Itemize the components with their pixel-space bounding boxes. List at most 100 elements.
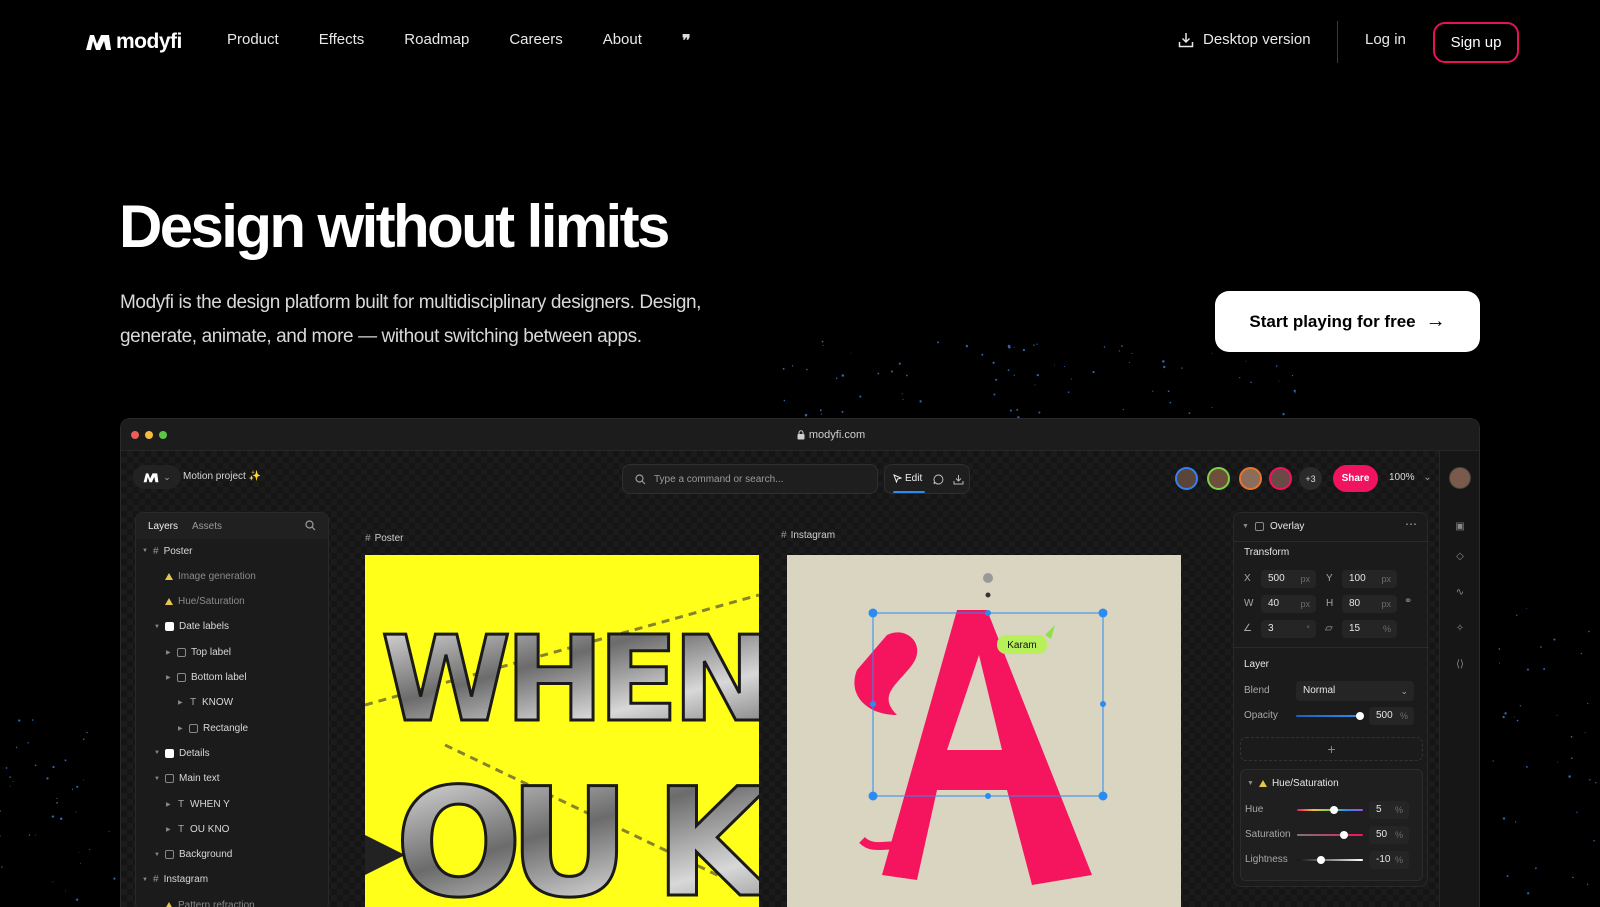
code-icon[interactable]: ⟨⟩ <box>1454 659 1466 671</box>
export-icon[interactable] <box>953 474 964 485</box>
effect-icon <box>165 572 173 580</box>
close-dot-icon[interactable] <box>131 431 139 439</box>
user-avatar[interactable] <box>1449 467 1471 489</box>
opacity-field[interactable]: 500% <box>1369 707 1414 725</box>
image-icon[interactable]: ▣ <box>1454 521 1466 533</box>
app-menu-button[interactable]: ⌄ <box>133 465 181 489</box>
sparkle-tool-icon[interactable]: ✧ <box>1454 623 1466 635</box>
nav-link-careers[interactable]: Careers <box>509 31 562 48</box>
collaborator-avatar[interactable] <box>1269 467 1292 490</box>
layer-row[interactable]: ▶ T OU KNO <box>166 821 229 837</box>
minimize-dot-icon[interactable] <box>145 431 153 439</box>
opacity-slider[interactable] <box>1296 712 1364 720</box>
layer-row[interactable]: ▼ # Instagram <box>142 872 208 888</box>
more-options-icon[interactable]: ⋯ <box>1405 517 1417 531</box>
expand-caret-icon[interactable]: ▶ <box>178 725 184 732</box>
star-dot <box>993 393 996 396</box>
x-field[interactable]: 500 px <box>1261 570 1316 588</box>
expand-caret-icon[interactable]: ▼ <box>154 750 160 756</box>
login-link[interactable]: Log in <box>1365 31 1406 48</box>
collaborator-avatar[interactable] <box>1207 467 1230 490</box>
expand-caret-icon[interactable]: ▶ <box>166 674 172 681</box>
more-collaborators-badge[interactable]: +3 <box>1299 467 1322 490</box>
saturation-field[interactable]: 50% <box>1369 826 1409 844</box>
poster-frame[interactable]: WHEN Y OU KNO <box>365 555 759 907</box>
layer-row[interactable]: Pattern refraction <box>154 897 255 907</box>
zoom-select[interactable]: 100% ⌄ <box>1389 472 1432 483</box>
instagram-frame[interactable]: Karam <box>787 555 1181 907</box>
layer-row[interactable]: ▼ Background <box>154 847 232 863</box>
lightness-slider[interactable] <box>1297 856 1363 864</box>
collapse-caret-icon[interactable]: ▼ <box>1242 523 1249 530</box>
nav-link-effects[interactable]: Effects <box>319 31 365 48</box>
add-effect-button[interactable]: + <box>1240 737 1423 761</box>
expand-caret-icon[interactable]: ▶ <box>166 649 172 656</box>
slider-knob[interactable] <box>1330 806 1338 814</box>
collaborator-avatar[interactable] <box>1239 467 1262 490</box>
width-field[interactable]: 40 px <box>1261 595 1316 613</box>
signup-button[interactable]: Sign up <box>1433 22 1519 63</box>
frame-label-instagram[interactable]: # Instagram <box>781 530 835 541</box>
collapse-caret-icon[interactable]: ▼ <box>1247 780 1254 787</box>
saturation-slider[interactable] <box>1297 831 1363 839</box>
address-bar[interactable]: modyfi.com <box>701 425 961 445</box>
expand-caret-icon[interactable]: ▼ <box>154 852 160 858</box>
expand-caret-icon[interactable]: ▶ <box>166 801 172 808</box>
layer-row[interactable]: ▼ Details <box>154 745 210 761</box>
slider-knob[interactable] <box>1356 712 1364 720</box>
command-search-input[interactable]: Type a command or search... <box>622 464 878 494</box>
nav-link-about[interactable]: About <box>603 31 642 48</box>
blend-mode-select[interactable]: Normal ⌄ <box>1296 681 1414 701</box>
project-name[interactable]: Motion project ✨ <box>183 471 261 482</box>
slider-knob[interactable] <box>1340 831 1348 839</box>
nav-link-product[interactable]: Product <box>227 31 279 48</box>
comment-icon[interactable] <box>933 474 944 485</box>
layer-icon <box>177 673 186 682</box>
layer-row[interactable]: Hue/Saturation <box>154 594 245 610</box>
right-tool-rail: ▣ ◇ ∿ ✧ ⟨⟩ <box>1439 451 1479 907</box>
desktop-version-link[interactable]: Desktop version <box>1178 31 1311 48</box>
expand-caret-icon[interactable]: ▼ <box>142 877 148 883</box>
hue-field[interactable]: 5% <box>1369 801 1409 819</box>
layer-row[interactable]: Image generation <box>154 568 256 584</box>
share-button[interactable]: Share <box>1333 465 1378 492</box>
layer-row[interactable]: ▶ T KNOW <box>178 695 233 711</box>
layer-search-icon[interactable] <box>305 520 316 531</box>
slider-knob[interactable] <box>1317 856 1325 864</box>
edit-mode-button[interactable]: Edit <box>893 473 922 484</box>
quote-icon[interactable]: ❞ <box>682 31 691 51</box>
frame-label-poster[interactable]: # Poster <box>365 533 403 544</box>
layer-row[interactable]: ▼ Main text <box>154 771 220 787</box>
layer-row[interactable]: ▼ Date labels <box>154 619 229 635</box>
expand-caret-icon[interactable]: ▼ <box>154 624 160 630</box>
modyfi-logo[interactable]: modyfi <box>85 30 182 54</box>
layer-row[interactable]: ▶ Top label <box>166 644 231 660</box>
layer-row[interactable]: ▶ T WHEN Y <box>166 796 230 812</box>
curve-icon[interactable]: ∿ <box>1454 587 1466 599</box>
hue-slider[interactable] <box>1297 806 1363 814</box>
skew-field[interactable]: 15% <box>1342 620 1397 638</box>
layer-row[interactable]: ▶ Rectangle <box>178 720 248 736</box>
star-dot <box>108 830 110 832</box>
maximize-dot-icon[interactable] <box>159 431 167 439</box>
shape-icon[interactable]: ◇ <box>1454 551 1466 563</box>
lightness-field[interactable]: -10% <box>1369 851 1409 869</box>
star-dot <box>782 367 785 370</box>
expand-caret-icon[interactable]: ▶ <box>178 699 184 706</box>
expand-caret-icon[interactable]: ▼ <box>142 548 148 554</box>
rotation-field[interactable]: 3 ° <box>1261 620 1316 638</box>
tab-assets[interactable]: Assets <box>192 521 222 532</box>
tab-layers[interactable]: Layers <box>148 521 178 532</box>
height-field[interactable]: 80 px <box>1342 595 1397 613</box>
expand-caret-icon[interactable]: ▶ <box>166 826 172 833</box>
nav-link-roadmap[interactable]: Roadmap <box>404 31 469 48</box>
layer-row[interactable]: ▼ # Poster <box>142 543 192 559</box>
collaborator-avatar[interactable] <box>1175 467 1198 490</box>
rotation-handle[interactable] <box>983 573 993 583</box>
layer-row[interactable]: ▶ Bottom label <box>166 670 247 686</box>
start-playing-button[interactable]: Start playing for free → <box>1215 291 1480 352</box>
expand-caret-icon[interactable]: ▼ <box>154 776 160 782</box>
y-field[interactable]: 100 px <box>1342 570 1397 588</box>
link-ratio-icon[interactable]: ⚭ <box>1404 596 1412 607</box>
star-dot <box>1008 345 1011 349</box>
